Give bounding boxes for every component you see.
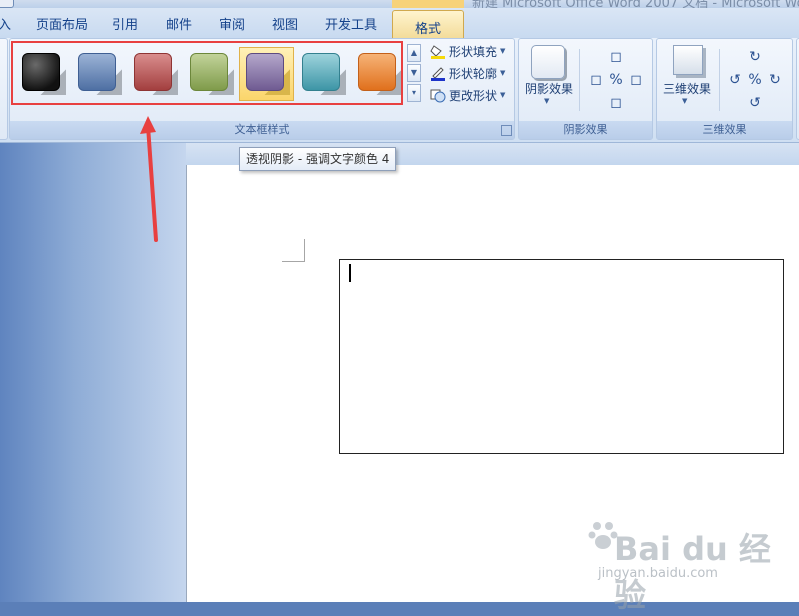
dropdown-arrow-icon: ▼ <box>500 91 506 99</box>
tilt-right-icon[interactable]: ↻ <box>764 69 786 91</box>
separator <box>719 49 720 111</box>
text-box[interactable] <box>339 259 784 454</box>
shape-fill-button[interactable]: 形状填充 ▼ <box>430 42 505 60</box>
gallery-scroll-down-button[interactable]: ▼ <box>407 64 421 82</box>
shadow-dropdown-arrow-icon: ▼ <box>544 97 550 105</box>
dropdown-arrow-icon: ▼ <box>500 69 506 77</box>
three-d-effects-button[interactable]: 三维效果 <box>661 80 713 97</box>
three-d-on-off-icon[interactable]: % <box>744 69 766 91</box>
tab-review[interactable]: 审阅 <box>219 14 245 34</box>
nudge-shadow-right-icon[interactable]: ◻ <box>625 69 647 91</box>
shape-outline-button[interactable]: 形状轮廓 ▼ <box>430 64 505 82</box>
tilt-up-icon[interactable]: ↻ <box>744 46 766 68</box>
text-box-styles-group-label: 文本框样式 <box>10 121 514 139</box>
shadow-effects-group: 阴影效果 ▼ ◻ ◻ % ◻ ◻ 阴影效果 <box>518 38 653 140</box>
tab-mailings[interactable]: 邮件 <box>166 14 192 34</box>
change-shape-label: 更改形状 <box>449 88 498 103</box>
window-title: 新建 Microsoft Office Word 2007 文档 - Micro… <box>472 0 799 8</box>
gallery-scroll-up-button[interactable]: ▲ <box>407 44 421 62</box>
tab-format-label: 格式 <box>414 22 441 37</box>
three-d-effects-group-label: 三维效果 <box>657 121 792 139</box>
annotation-arrow <box>140 116 158 242</box>
tilt-down-icon[interactable]: ↺ <box>744 92 766 114</box>
change-shape-icon <box>430 87 446 103</box>
tab-format[interactable]: 格式 <box>392 10 464 38</box>
shadow-on-off-icon[interactable]: % <box>605 69 627 91</box>
watermark-url: jingyan.baidu.com <box>598 566 718 581</box>
margin-corner-mark <box>282 239 305 262</box>
tilt-left-icon[interactable]: ↺ <box>724 69 746 91</box>
tab-insert[interactable]: 入 <box>0 14 11 34</box>
title-bar: 新建 Microsoft Office Word 2007 文档 - Micro… <box>0 0 799 8</box>
office-button[interactable] <box>0 0 14 8</box>
watermark: Bai du 经验 jingyan.baidu.com <box>588 520 788 614</box>
pen-icon <box>430 65 446 81</box>
dropdown-arrow-icon: ▼ <box>500 47 506 55</box>
dialog-launcher-icon[interactable] <box>501 125 512 136</box>
three-d-dropdown-arrow-icon: ▼ <box>682 97 688 105</box>
ribbon-tabs: 入 页面布局 引用 邮件 审阅 视图 开发工具 格式 <box>0 8 799 38</box>
nudge-shadow-up-icon[interactable]: ◻ <box>605 46 627 68</box>
nudge-shadow-down-icon[interactable]: ◻ <box>605 92 627 114</box>
tab-view[interactable]: 视图 <box>272 14 298 34</box>
three-d-effects-group: 三维效果 ▼ ↻ ↺ % ↻ ↺ 三维效果 <box>656 38 793 140</box>
annotation-highlight-box <box>11 41 403 105</box>
contextual-tab-header <box>392 0 464 8</box>
paint-bucket-icon <box>430 43 446 59</box>
tab-page-layout[interactable]: 页面布局 <box>36 14 88 34</box>
separator <box>579 49 580 111</box>
shadow-effects-button[interactable]: 阴影效果 <box>523 80 575 97</box>
nudge-shadow-left-icon[interactable]: ◻ <box>585 69 607 91</box>
style-tooltip: 透视阴影 - 强调文字颜色 4 <box>239 147 397 171</box>
tab-developer[interactable]: 开发工具 <box>325 14 377 34</box>
tab-references[interactable]: 引用 <box>112 14 138 34</box>
shadow-effects-icon <box>531 45 565 79</box>
three-d-effects-icon <box>673 45 703 75</box>
shadow-effects-group-label: 阴影效果 <box>519 121 652 139</box>
shape-outline-label: 形状轮廓 <box>449 66 498 81</box>
change-shape-button[interactable]: 更改形状 ▼ <box>430 86 505 104</box>
text-cursor <box>349 264 351 282</box>
gallery-more-button[interactable]: ▾ <box>407 84 421 102</box>
shape-fill-label: 形状填充 <box>449 44 498 59</box>
